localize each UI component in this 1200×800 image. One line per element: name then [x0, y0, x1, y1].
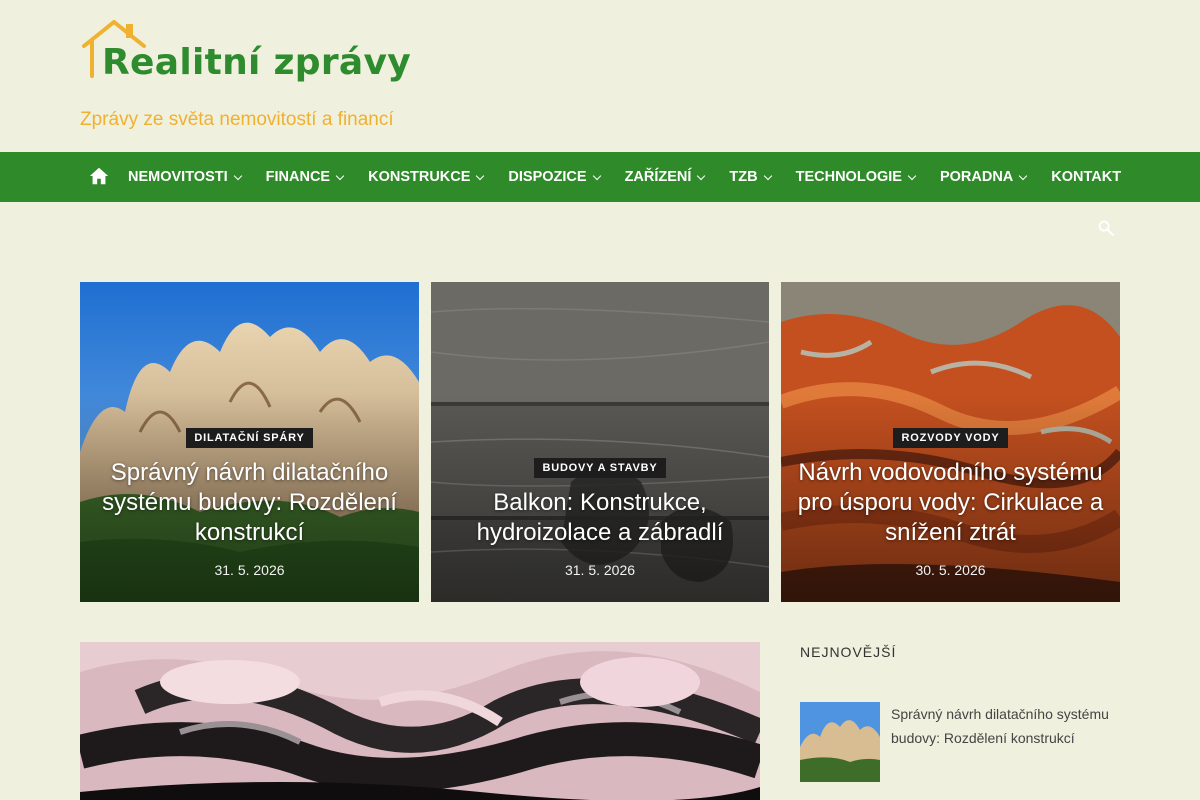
- category-badge[interactable]: ROZVODY VODY: [893, 428, 1008, 448]
- sidebar-heading: NEJNOVĚJŠÍ: [800, 644, 897, 660]
- sidebar-post[interactable]: Správný návrh dilatačního systému budovy…: [800, 702, 1120, 782]
- site-header: Realitní zprávy Zprávy ze světa nemovito…: [0, 0, 1200, 152]
- featured-card[interactable]: BUDOVY A STAVBY Balkon: Konstrukce, hydr…: [431, 282, 769, 602]
- nav-item-zarizeni[interactable]: ZAŘÍZENÍ: [625, 169, 706, 185]
- chevron-down-icon: [476, 171, 485, 180]
- featured-card[interactable]: DILATAČNÍ SPÁRY Správný návrh dilatačníh…: [80, 282, 419, 602]
- category-badge[interactable]: BUDOVY A STAVBY: [534, 458, 666, 478]
- nav-item-poradna[interactable]: PORADNA: [940, 169, 1028, 185]
- featured-card-date: 30. 5. 2026: [915, 562, 986, 578]
- chevron-down-icon: [335, 171, 345, 180]
- featured-card-content: DILATAČNÍ SPÁRY Správný návrh dilatačníh…: [80, 428, 419, 578]
- search-icon[interactable]: [1097, 219, 1115, 237]
- nav-menu: NEMOVITOSTI FINANCE KONSTRUKCE DISPOZICE…: [128, 152, 1121, 202]
- featured-card[interactable]: ROZVODY VODY Návrh vodovodního systému p…: [781, 282, 1120, 602]
- nav-item-konstrukce[interactable]: KONSTRUKCE: [368, 169, 485, 185]
- chevron-down-icon: [763, 171, 772, 180]
- main-article-image[interactable]: [80, 642, 760, 800]
- chevron-down-icon: [592, 171, 601, 180]
- logo-text: Realitní zprávy: [102, 42, 412, 83]
- featured-card-content: ROZVODY VODY Návrh vodovodního systému p…: [781, 428, 1120, 578]
- marble-paint-image: [80, 642, 760, 800]
- featured-card-date: 31. 5. 2026: [564, 562, 636, 578]
- chevron-down-icon: [233, 171, 242, 180]
- featured-card-title[interactable]: Správný návrh dilatačního systému budovy…: [94, 458, 405, 548]
- site-logo[interactable]: Realitní zprávy: [82, 20, 411, 86]
- nav-item-technologie[interactable]: TECHNOLOGIE: [796, 169, 917, 185]
- category-badge[interactable]: DILATAČNÍ SPÁRY: [186, 428, 313, 448]
- sidebar-post-thumbnail[interactable]: [800, 702, 880, 782]
- mountains-thumbnail-image: [800, 702, 880, 782]
- nav-item-dispozice[interactable]: DISPOZICE: [508, 169, 601, 185]
- nav-item-kontakt[interactable]: KONTAKT: [1051, 169, 1121, 185]
- featured-card-title[interactable]: Balkon: Konstrukce, hydroizolace a zábra…: [445, 488, 755, 548]
- nav-item-tzb[interactable]: TZB: [729, 169, 772, 185]
- nav-item-finance[interactable]: FINANCE: [266, 169, 345, 185]
- featured-card-date: 31. 5. 2026: [214, 562, 285, 578]
- chevron-down-icon: [697, 171, 706, 180]
- main-navigation: NEMOVITOSTI FINANCE KONSTRUKCE DISPOZICE…: [0, 152, 1200, 202]
- nav-item-nemovitosti[interactable]: NEMOVITOSTI: [128, 169, 242, 185]
- chevron-down-icon: [1019, 171, 1028, 180]
- site-tagline: Zprávy ze světa nemovitostí a financí: [80, 109, 394, 130]
- featured-card-title[interactable]: Návrh vodovodního systému pro úsporu vod…: [795, 458, 1106, 548]
- featured-card-content: BUDOVY A STAVBY Balkon: Konstrukce, hydr…: [431, 458, 769, 578]
- home-icon[interactable]: [88, 165, 110, 187]
- sidebar-post-title[interactable]: Správný návrh dilatačního systému budovy…: [891, 702, 1120, 750]
- chevron-down-icon: [907, 171, 917, 180]
